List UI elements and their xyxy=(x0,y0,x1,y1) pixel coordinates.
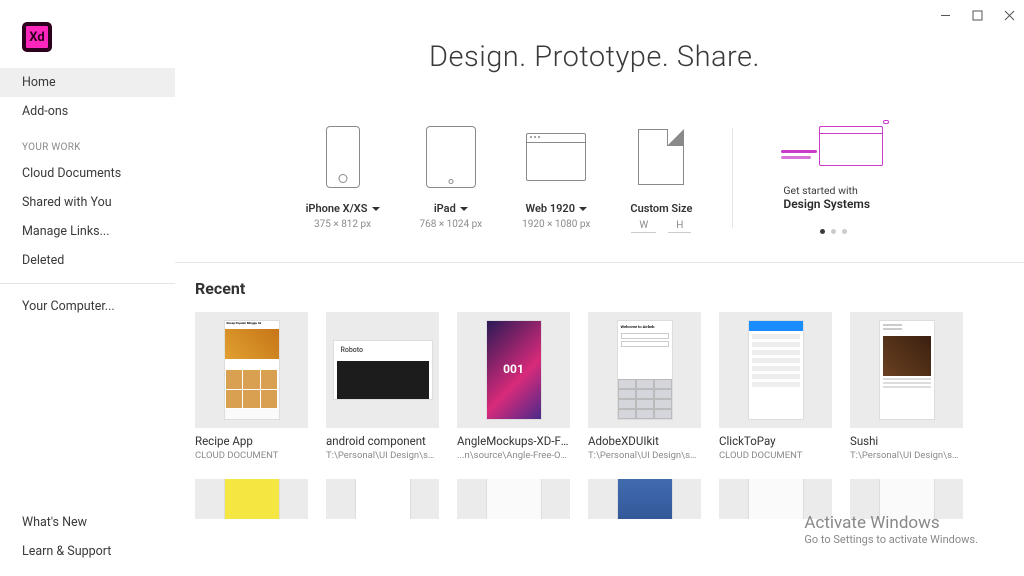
nav-cloud-documents[interactable]: Cloud Documents xyxy=(0,159,175,188)
promo-title: Design Systems xyxy=(783,197,870,211)
promo-subtitle: Get started with xyxy=(783,184,857,197)
nav-manage-links[interactable]: Manage Links... xyxy=(0,217,175,246)
divider xyxy=(175,262,1024,263)
thumbnail xyxy=(850,312,963,428)
minimize-button[interactable] xyxy=(938,8,952,22)
nav-label: Your Computer... xyxy=(22,299,115,314)
preset-row: iPhone X/XS 375 × 812 px iPad 768 × 1024… xyxy=(195,122,994,234)
nav-label: Add-ons xyxy=(22,104,68,119)
nav-label: Shared with You xyxy=(22,195,112,210)
thumbnail xyxy=(326,479,439,519)
nav-label: What's New xyxy=(22,515,87,530)
promo-illustration xyxy=(783,122,883,170)
preset-label: Web 1920 xyxy=(526,202,575,215)
card-subtitle: CLOUD DOCUMENT xyxy=(719,450,832,461)
nav-deleted[interactable]: Deleted xyxy=(0,246,175,275)
custom-height-input[interactable]: H xyxy=(668,219,691,233)
thumbnail xyxy=(719,479,832,519)
app-logo-text: Xd xyxy=(29,30,44,45)
card-title: AdobeXDUIkit xyxy=(588,434,701,448)
recent-cards-row2 xyxy=(195,479,994,519)
card-title: android component xyxy=(326,434,439,448)
promo-design-systems[interactable]: Get started with Design Systems xyxy=(773,122,883,234)
preset-label: Custom Size xyxy=(630,202,692,215)
card-subtitle: ...n\source\Angle-Free-Oct15 xyxy=(457,450,570,461)
thumbnail xyxy=(719,312,832,428)
preset-dims: 768 × 1024 px xyxy=(420,219,483,230)
nav-label: Cloud Documents xyxy=(22,166,121,181)
thumbnail xyxy=(588,479,701,519)
preset-dims: 1920 × 1080 px xyxy=(522,219,590,230)
nav-whats-new[interactable]: What's New xyxy=(0,508,175,537)
recent-card[interactable]: Welcome to Airbnb AdobeXDUIkit T:\Person… xyxy=(588,312,701,461)
thumbnail: 001 xyxy=(457,312,570,428)
thumbnail: Welcome to Airbnb xyxy=(588,312,701,428)
divider xyxy=(0,283,175,284)
nav-label: Deleted xyxy=(22,253,64,268)
custom-width-input[interactable]: W xyxy=(631,219,656,233)
recent-cards: Resep Populer Minggu Ini Recipe App CLOU… xyxy=(195,312,994,461)
preset-dims: 375 × 812 px xyxy=(314,219,371,230)
browser-icon xyxy=(526,133,586,181)
sidebar: Xd Home Add-ons YOUR WORK Cloud Document… xyxy=(0,0,175,576)
section-title-recent: Recent xyxy=(195,279,994,298)
preset-label: iPad xyxy=(434,202,456,215)
card-subtitle: CLOUD DOCUMENT xyxy=(195,450,308,461)
carousel-dots[interactable] xyxy=(820,229,847,234)
recent-card[interactable]: 001 AngleMockups-XD-Free ...n\source\Ang… xyxy=(457,312,570,461)
thumbnail xyxy=(850,479,963,519)
card-title: ClickToPay xyxy=(719,434,832,448)
nav-shared-with-you[interactable]: Shared with You xyxy=(0,188,175,217)
recent-card[interactable] xyxy=(457,479,570,519)
close-button[interactable] xyxy=(1002,8,1016,22)
thumbnail: Resep Populer Minggu Ini xyxy=(195,312,308,428)
card-subtitle: T:\Personal\UI Design\source xyxy=(326,450,439,461)
main-content: Design. Prototype. Share. iPhone X/XS 37… xyxy=(175,0,1024,576)
chevron-down-icon xyxy=(460,207,468,211)
preset-custom[interactable]: Custom Size W H xyxy=(630,122,692,233)
tablet-icon xyxy=(426,126,476,188)
card-title: Sushi xyxy=(850,434,963,448)
nav-learn-support[interactable]: Learn & Support xyxy=(0,537,175,566)
recent-card[interactable] xyxy=(326,479,439,519)
card-title: AngleMockups-XD-Free xyxy=(457,434,570,448)
chevron-down-icon xyxy=(579,207,587,211)
tagline: Design. Prototype. Share. xyxy=(195,40,994,74)
vertical-separator xyxy=(732,128,733,228)
chevron-down-icon xyxy=(372,207,380,211)
maximize-button[interactable] xyxy=(970,8,984,22)
nav-label: Learn & Support xyxy=(22,544,111,559)
nav-addons[interactable]: Add-ons xyxy=(0,97,175,126)
nav-label: Manage Links... xyxy=(22,224,110,239)
card-subtitle: T:\Personal\UI Design\source xyxy=(588,450,701,461)
app-logo: Xd xyxy=(22,22,52,52)
recent-card[interactable]: Roboto android component T:\Personal\UI … xyxy=(326,312,439,461)
recent-card[interactable]: Sushi T:\Personal\UI Design\source xyxy=(850,312,963,461)
phone-icon xyxy=(326,126,360,188)
card-title: Recipe App xyxy=(195,434,308,448)
recent-card[interactable] xyxy=(195,479,308,519)
nav-section-header: YOUR WORK xyxy=(0,126,175,159)
card-subtitle: T:\Personal\UI Design\source xyxy=(850,450,963,461)
preset-label: iPhone X/XS xyxy=(306,202,368,215)
recent-card[interactable] xyxy=(719,479,832,519)
recent-card[interactable]: Resep Populer Minggu Ini Recipe App CLOU… xyxy=(195,312,308,461)
thumbnail xyxy=(457,479,570,519)
preset-iphone[interactable]: iPhone X/XS 375 × 812 px xyxy=(306,122,380,230)
recent-card[interactable] xyxy=(850,479,963,519)
recent-card[interactable] xyxy=(588,479,701,519)
preset-ipad[interactable]: iPad 768 × 1024 px xyxy=(420,122,483,230)
thumbnail: Roboto xyxy=(326,312,439,428)
nav-home[interactable]: Home xyxy=(0,68,175,97)
preset-web[interactable]: Web 1920 1920 × 1080 px xyxy=(522,122,590,230)
recent-card[interactable]: ClickToPay CLOUD DOCUMENT xyxy=(719,312,832,461)
nav-label: Home xyxy=(22,75,56,90)
file-icon xyxy=(638,129,684,185)
nav-your-computer[interactable]: Your Computer... xyxy=(0,292,175,321)
thumbnail xyxy=(195,479,308,519)
